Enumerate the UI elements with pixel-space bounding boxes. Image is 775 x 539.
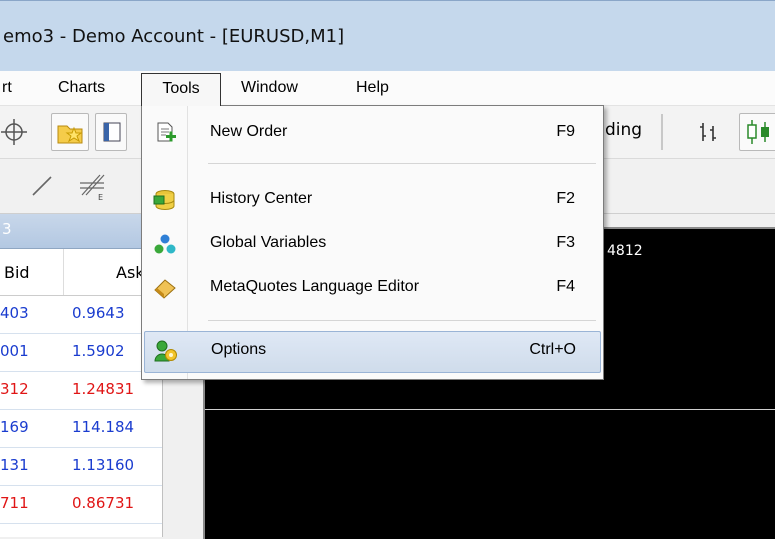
menu-help[interactable]: Help	[352, 77, 393, 99]
table-row[interactable]: 169 114.184	[0, 410, 162, 448]
trendline-icon	[32, 176, 52, 196]
bid-value: 169	[0, 418, 29, 436]
ask-value: 0.9643	[72, 304, 125, 322]
market-watch-table: 403 0.9643 001 1.5902 312 1.24831 169 11…	[0, 296, 162, 537]
menu-bar: rt Charts Tools Window Help	[0, 71, 775, 106]
menu-item-shortcut: F3	[556, 234, 575, 251]
navigator-button[interactable]	[95, 113, 127, 151]
menu-item-shortcut: F9	[556, 123, 575, 140]
menu-item-metaquotes-editor[interactable]: MetaQuotes Language Editor F4	[144, 269, 599, 307]
toolbar-divider	[661, 114, 663, 150]
bid-value: 312	[0, 380, 29, 398]
trendline-button[interactable]	[28, 169, 58, 203]
crosshair-button[interactable]	[0, 114, 34, 150]
history-center-icon	[153, 190, 175, 210]
table-row[interactable]: 001 1.5902	[0, 334, 162, 372]
menu-item-label: Options	[211, 341, 267, 358]
menu-item-global-variables[interactable]: Global Variables F3	[144, 225, 599, 263]
menu-item-label: MetaQuotes Language Editor	[210, 278, 420, 295]
tools-dropdown-menu: New Order F9 History Center F2 Global Va…	[141, 105, 604, 380]
candlestick-button[interactable]	[739, 113, 775, 151]
bid-value: 403	[0, 304, 29, 322]
table-row[interactable]: 131 1.13160	[0, 448, 162, 486]
favorites-button[interactable]	[51, 113, 89, 151]
folder-star-icon	[57, 125, 83, 144]
bid-value: 001	[0, 342, 29, 360]
navigator-icon	[103, 122, 121, 142]
menu-window[interactable]: Window	[237, 77, 302, 99]
menu-item-new-order[interactable]: New Order F9	[144, 114, 599, 152]
ask-value: 1.5902	[72, 342, 125, 360]
table-row[interactable]: 711 0.86731	[0, 486, 162, 524]
table-row[interactable]: 312 1.24831	[0, 372, 162, 410]
menu-separator	[208, 163, 596, 164]
menu-charts[interactable]: Charts	[54, 77, 109, 99]
autotrading-label[interactable]: ding	[605, 120, 642, 140]
ask-value: 1.24831	[72, 380, 135, 398]
menu-item-shortcut: F4	[556, 278, 575, 295]
bid-value: 131	[0, 456, 29, 474]
ask-value: 114.184	[72, 418, 135, 436]
new-order-icon	[157, 122, 176, 142]
candlestick-icon	[747, 120, 769, 144]
menu-item-label: New Order	[210, 123, 288, 140]
fibonacci-button[interactable]: E	[76, 169, 110, 203]
bar-chart-icon	[700, 123, 716, 141]
bid-column-header[interactable]: Bid	[4, 263, 30, 282]
menu-item-label: History Center	[210, 190, 313, 207]
menu-item-shortcut: Ctrl+O	[529, 341, 576, 358]
chart-price-line	[205, 409, 775, 410]
global-variables-icon	[154, 234, 176, 254]
ask-value: 0.86731	[72, 494, 135, 512]
menu-separator	[208, 320, 596, 321]
chart-price-label: 4812	[607, 243, 643, 259]
table-row[interactable]: 403 0.9643	[0, 296, 162, 334]
fibonacci-expansion-icon: E	[80, 174, 105, 202]
market-watch-columns: Bid Ask	[0, 249, 162, 296]
menu-item-label: Global Variables	[210, 234, 327, 251]
title-bar: emo3 - Demo Account - [EURUSD,M1]	[0, 0, 775, 71]
menu-tools[interactable]: Tools	[141, 73, 221, 106]
menu-chart[interactable]: rt	[0, 77, 16, 99]
menu-item-shortcut: F2	[556, 190, 575, 207]
crosshair-icon	[1, 119, 27, 145]
svg-text:E: E	[98, 193, 103, 202]
options-icon	[154, 340, 177, 362]
bid-value: 711	[0, 494, 29, 512]
ask-value: 1.13160	[72, 456, 135, 474]
menu-item-history-center[interactable]: History Center F2	[144, 181, 599, 219]
market-watch-header: 3	[0, 214, 162, 249]
bar-chart-button[interactable]	[693, 114, 727, 150]
metaeditor-icon	[154, 279, 176, 299]
market-watch-title: 3	[2, 220, 12, 238]
window-title: emo3 - Demo Account - [EURUSD,M1]	[3, 26, 345, 47]
column-divider	[63, 249, 64, 295]
menu-item-options[interactable]: Options Ctrl+O	[144, 331, 601, 373]
